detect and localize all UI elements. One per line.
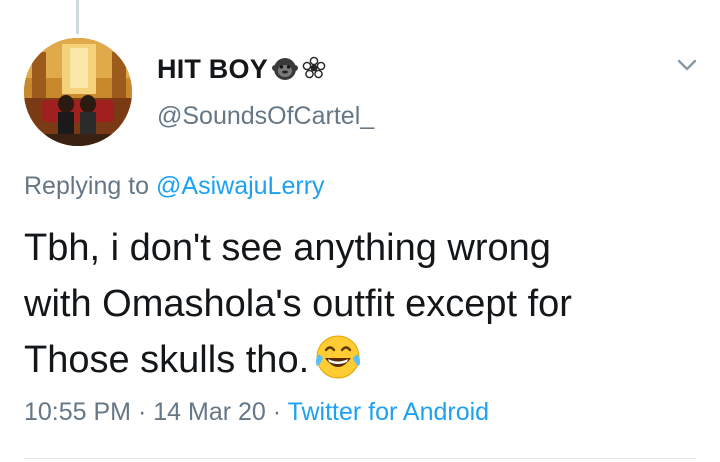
tweet-text: Tbh, i don't see anything wrong with Oma… [24,220,694,388]
flower-icon [302,56,328,82]
meta-separator: · [137,398,147,426]
tweet-source-link[interactable]: Twitter for Android [288,398,489,426]
reply-mention-link[interactable]: @AsiwajuLerry [156,172,324,200]
tweet-text-line: Those skulls tho. [24,339,310,381]
author-display-name[interactable]: HIT BOY [157,54,268,85]
meta-separator: · [272,398,282,426]
author-handle[interactable]: @SoundsOfCartel_ [157,102,374,131]
tweet-text-line: with Omashola's outfit except for [24,283,572,325]
thread-connector-line [76,0,79,34]
divider [24,458,696,459]
tweet-text-line: Tbh, i don't see anything wrong [24,227,551,269]
tweet-date[interactable]: 14 Mar 20 [153,398,266,426]
avatar[interactable] [24,38,132,146]
gorilla-icon [271,56,298,82]
laughing-tears-emoji-icon [313,332,363,382]
replying-to-label: Replying to [24,172,150,200]
tweet-text-line-last: Those skulls tho. [24,332,694,388]
tweet-time[interactable]: 10:55 PM [24,398,131,426]
replying-to-line: Replying to @AsiwajuLerry [24,172,325,201]
chevron-down-icon[interactable] [674,52,700,78]
tweet-meta: 10:55 PM · 14 Mar 20 · Twitter for Andro… [24,398,489,427]
avatar-photo [24,38,132,146]
author-name-row[interactable]: HIT BOY [157,52,328,86]
